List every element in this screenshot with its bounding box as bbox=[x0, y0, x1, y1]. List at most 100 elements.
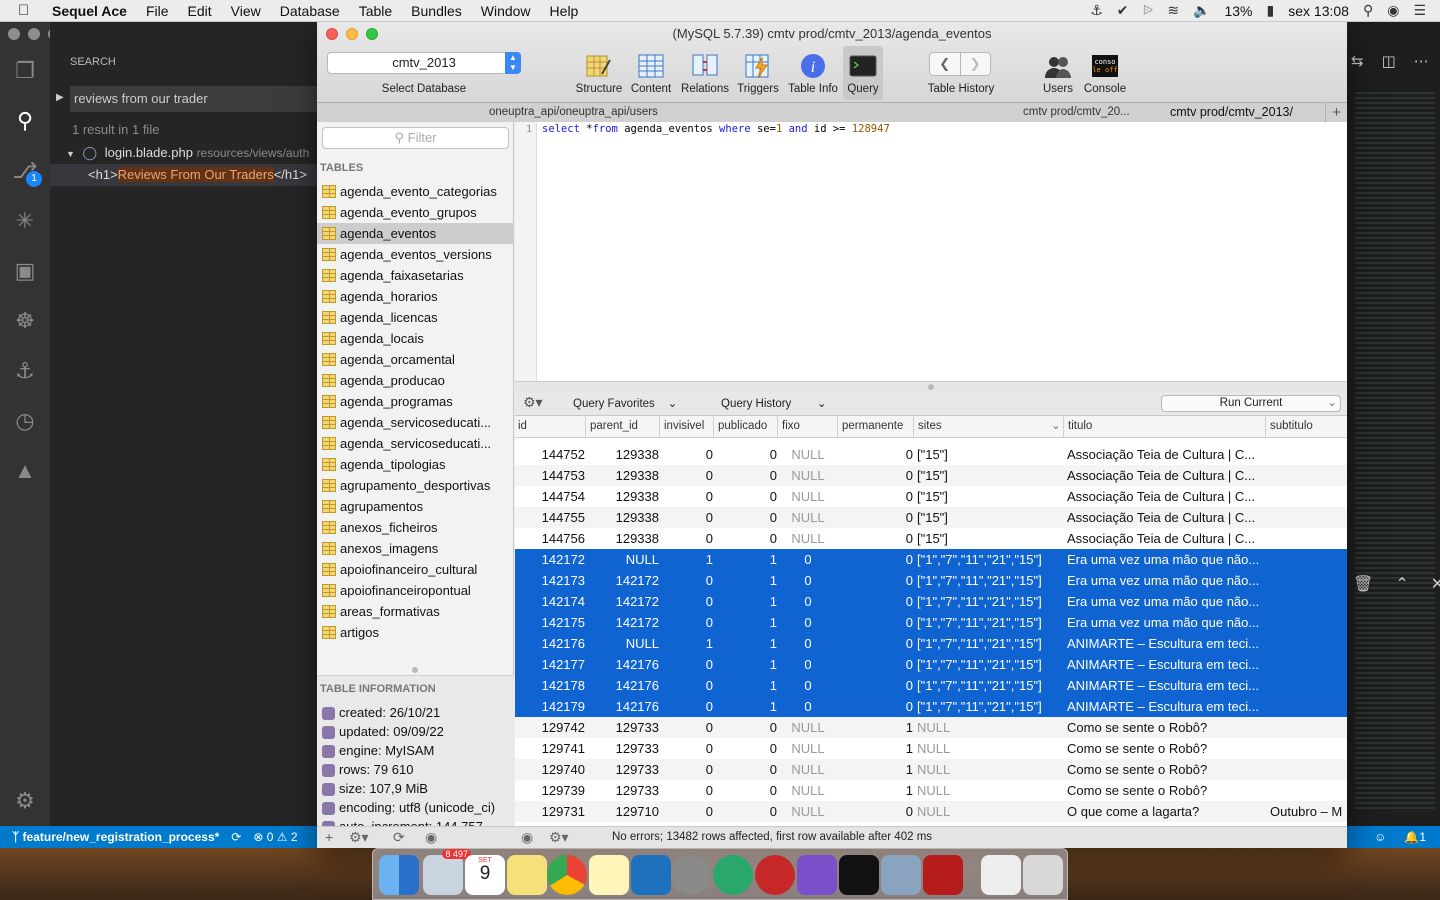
cell-permanente[interactable]: 1 bbox=[839, 783, 913, 798]
cell-publicado[interactable]: 0 bbox=[715, 489, 777, 504]
cell-titulo[interactable]: Associação Teia de Cultura | C... bbox=[1067, 447, 1267, 462]
chevron-up-icon[interactable]: ⌃ bbox=[1395, 574, 1408, 594]
cell-parent-id[interactable]: 142176 bbox=[587, 699, 659, 714]
table-row[interactable]: 142172 NULL 1 1 0 0 ["1","7","11","21","15"] Er… bbox=[515, 549, 1347, 570]
cell-invisivel[interactable]: 0 bbox=[661, 531, 713, 546]
triggers-icon[interactable] bbox=[744, 52, 772, 80]
tab-oneuptra-users[interactable]: oneuptra_api/oneuptra_api/users bbox=[489, 106, 658, 118]
table-row[interactable]: 144755 129338 0 0 NULL 0 ["15"] Associação Teia… bbox=[515, 507, 1347, 528]
menu-database[interactable]: Database bbox=[280, 3, 340, 19]
tab-cmtv-prod-1[interactable]: cmtv prod/cmtv_20... bbox=[1023, 106, 1130, 118]
run-current-button[interactable]: Run Current ⌄ bbox=[1161, 395, 1341, 412]
cell-sites[interactable]: ["1","7","11","21","15"] bbox=[917, 573, 1065, 588]
chevron-down-icon[interactable]: ⌄ bbox=[1327, 396, 1337, 411]
cell-invisivel[interactable]: 0 bbox=[661, 615, 713, 630]
cell-id[interactable]: 129731 bbox=[515, 804, 585, 819]
results-grid[interactable]: id parent_id invisivel publicado fixo permane… bbox=[515, 416, 1347, 826]
cell-id[interactable]: 142179 bbox=[515, 699, 585, 714]
notes-icon[interactable] bbox=[589, 855, 629, 895]
toolbar-structure[interactable]: Structure bbox=[571, 83, 627, 95]
cell-invisivel[interactable]: 0 bbox=[661, 804, 713, 819]
cell-sites[interactable]: ["15"] bbox=[917, 447, 1065, 462]
toolbar-content[interactable]: Content bbox=[627, 83, 675, 95]
cell-publicado[interactable]: 1 bbox=[715, 552, 777, 567]
cell-sites[interactable]: NULL bbox=[917, 783, 1065, 798]
cell-sites[interactable]: NULL bbox=[917, 762, 1065, 777]
cell-permanente[interactable]: 0 bbox=[839, 804, 913, 819]
github-desktop-icon[interactable] bbox=[797, 855, 837, 895]
cell-parent-id[interactable]: NULL bbox=[587, 636, 659, 651]
cell-parent-id[interactable]: 142176 bbox=[587, 678, 659, 693]
cell-fixo[interactable]: NULL bbox=[779, 531, 837, 546]
split-editor-icon[interactable]: ◫ bbox=[1382, 52, 1396, 70]
cell-titulo[interactable]: Como se sente o Robô? bbox=[1067, 783, 1267, 798]
history-back-icon[interactable]: ❮ bbox=[930, 53, 961, 75]
menubar-clock[interactable]: sex 13:08 bbox=[1288, 3, 1349, 19]
menu-edit[interactable]: Edit bbox=[188, 3, 212, 19]
cell-parent-id[interactable]: 129338 bbox=[587, 468, 659, 483]
cell-titulo[interactable]: Como se sente o Robô? bbox=[1067, 741, 1267, 756]
more-actions-icon[interactable]: ⋯ bbox=[1414, 52, 1429, 70]
system-preferences-icon[interactable] bbox=[671, 855, 711, 895]
chrome-icon[interactable] bbox=[547, 855, 587, 895]
query-favorites-button[interactable]: Query Favorites ⌄ bbox=[573, 396, 677, 410]
table-item[interactable]: agrupamentos bbox=[317, 496, 514, 517]
cell-permanente[interactable]: 1 bbox=[839, 720, 913, 735]
bell-icon[interactable]: 🔔1 bbox=[1404, 830, 1426, 844]
settings-gear-icon[interactable]: ⚙ bbox=[10, 786, 40, 816]
siri-icon[interactable]: ◉ bbox=[1387, 2, 1399, 19]
cell-publicado[interactable]: 1 bbox=[715, 678, 777, 693]
cell-parent-id[interactable]: 129733 bbox=[587, 783, 659, 798]
volume-icon[interactable]: 🔈 bbox=[1193, 2, 1210, 19]
cell-parent-id[interactable]: 142172 bbox=[587, 615, 659, 630]
table-item[interactable]: apoiofinanceiro_cultural bbox=[317, 559, 514, 580]
cell-titulo[interactable]: Associação Teia de Cultura | C... bbox=[1067, 489, 1267, 504]
cell-fixo[interactable]: 0 bbox=[779, 678, 837, 693]
close-dot[interactable] bbox=[8, 28, 20, 40]
table-gear-icon[interactable]: ⚙▾ bbox=[349, 829, 369, 846]
table-row[interactable]: 144756 129338 0 0 NULL 0 ["15"] Associação Teia… bbox=[515, 528, 1347, 549]
cell-titulo[interactable]: ANIMARTE – Escultura em teci... bbox=[1067, 636, 1267, 651]
toolbar-relations[interactable]: Relations bbox=[679, 83, 731, 95]
toolbar-query[interactable]: Query bbox=[843, 83, 883, 95]
filezilla-icon[interactable] bbox=[923, 855, 963, 895]
cell-permanente[interactable]: 0 bbox=[839, 636, 913, 651]
cell-id[interactable]: 142174 bbox=[515, 594, 585, 609]
cell-parent-id[interactable]: 129338 bbox=[587, 489, 659, 504]
table-item[interactable]: artigos bbox=[317, 622, 514, 643]
minimap[interactable] bbox=[1355, 92, 1435, 812]
apple-menu-icon[interactable]:  bbox=[18, 2, 38, 19]
cell-invisivel[interactable]: 0 bbox=[661, 594, 713, 609]
cell-publicado[interactable]: 0 bbox=[715, 531, 777, 546]
column-divider[interactable] bbox=[659, 416, 660, 438]
gear-menu-icon[interactable]: ⚙▾ bbox=[523, 394, 543, 411]
trash-bin-icon[interactable] bbox=[1023, 855, 1063, 895]
cell-sites[interactable]: ["1","7","11","21","15"] bbox=[917, 657, 1065, 672]
column-divider[interactable] bbox=[1063, 416, 1064, 438]
toolbar-users[interactable]: Users bbox=[1038, 83, 1078, 95]
sync-icon[interactable]: ⟳ bbox=[231, 830, 241, 844]
close-icon[interactable]: ✕ bbox=[1431, 574, 1440, 594]
table-info-icon[interactable]: i bbox=[799, 52, 827, 80]
chevron-right-icon[interactable]: ▶ bbox=[56, 92, 64, 103]
cell-fixo[interactable]: NULL bbox=[779, 720, 837, 735]
cell-publicado[interactable]: 0 bbox=[715, 783, 777, 798]
cell-id[interactable]: 142173 bbox=[515, 573, 585, 588]
cell-id[interactable]: 144755 bbox=[515, 510, 585, 525]
column-divider[interactable] bbox=[585, 416, 586, 438]
gitlens-icon[interactable]: ◷ bbox=[10, 406, 40, 436]
trash-icon[interactable]: 🗑 bbox=[1353, 574, 1373, 594]
cell-sites[interactable]: ["15"] bbox=[917, 468, 1065, 483]
cell-parent-id[interactable]: 142172 bbox=[587, 573, 659, 588]
cell-publicado[interactable]: 0 bbox=[715, 720, 777, 735]
cell-titulo[interactable]: Era uma vez uma mão que não... bbox=[1067, 552, 1267, 567]
eye-icon[interactable]: ◉ bbox=[521, 829, 533, 846]
table-row[interactable]: 129731 129710 0 0 NULL 0 NULL O que come a laga… bbox=[515, 801, 1347, 822]
column-divider[interactable] bbox=[713, 416, 714, 438]
table-item[interactable]: agenda_orcamental bbox=[317, 349, 514, 370]
table-item[interactable]: agenda_eventos_versions bbox=[317, 244, 514, 265]
menu-view[interactable]: View bbox=[231, 3, 261, 19]
cell-titulo[interactable]: Como se sente o Robô? bbox=[1067, 762, 1267, 777]
cell-fixo[interactable]: NULL bbox=[779, 468, 837, 483]
table-item[interactable]: agenda_programas bbox=[317, 391, 514, 412]
